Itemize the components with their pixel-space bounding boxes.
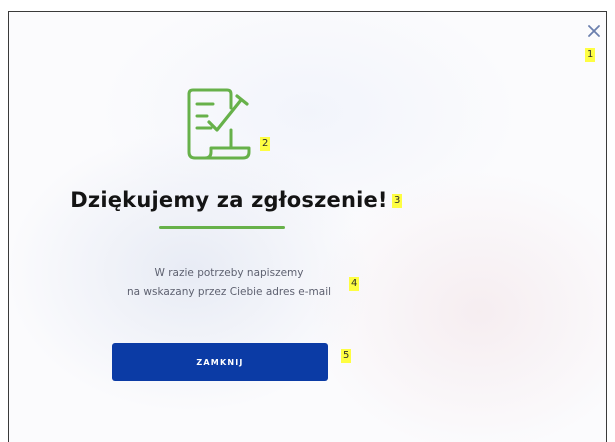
message-line-1: W razie potrzeby napiszemy <box>154 267 304 279</box>
annotation-marker-5: 5 <box>341 349 352 363</box>
close-x-icon <box>588 25 600 37</box>
annotation-marker-2: 2 <box>260 137 271 151</box>
title-divider <box>159 226 285 229</box>
annotation-marker-1: 1 <box>585 48 596 62</box>
success-dialog: Dziękujemy za zgłoszenie! W razie potrze… <box>8 11 607 442</box>
page: Dziękujemy za zgłoszenie! W razie potrze… <box>0 0 615 442</box>
close-button[interactable]: ZAMKNIJ <box>112 343 328 381</box>
close-icon[interactable] <box>586 23 602 39</box>
dialog-message: W razie potrzeby napiszemy na wskazany p… <box>9 264 449 302</box>
dialog-title: Dziękujemy za zgłoszenie! <box>70 188 388 212</box>
message-line-2: na wskazany przez Ciebie adres e-mail <box>126 286 332 298</box>
document-checkmark-icon <box>181 84 257 164</box>
annotation-marker-3: 3 <box>392 194 403 208</box>
annotation-marker-4: 4 <box>349 277 360 291</box>
